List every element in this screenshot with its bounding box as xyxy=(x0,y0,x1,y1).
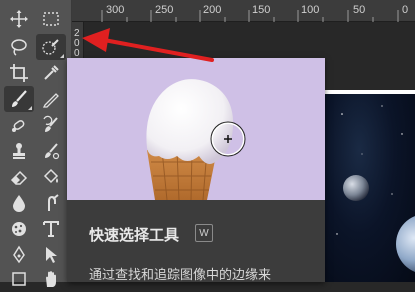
blur-tool[interactable] xyxy=(4,190,34,216)
eyedropper-icon xyxy=(44,65,59,80)
type-icon xyxy=(43,221,59,237)
smudge-tool[interactable] xyxy=(36,190,66,216)
shortcut-badge: W xyxy=(195,224,213,242)
drop-icon xyxy=(13,195,25,212)
tooltip-preview-image xyxy=(67,58,325,200)
marquee-icon xyxy=(43,12,59,26)
tools-panel xyxy=(0,0,72,287)
tooltip-description: 通过查找和追踪图像中的边缘来 xyxy=(89,268,272,283)
type-tool[interactable] xyxy=(36,216,66,242)
tool-group-indicator xyxy=(60,54,64,58)
mixer-brush-icon xyxy=(45,143,60,160)
pencil-icon xyxy=(42,93,59,108)
rectangular-marquee-tool[interactable] xyxy=(36,6,66,32)
sponge-tool[interactable] xyxy=(4,216,34,242)
smudge-icon xyxy=(48,194,59,211)
horizontal-ruler: 300 250 200 150 100 50 0 xyxy=(72,0,415,22)
document-image xyxy=(322,94,415,282)
tooltip-title: 快速选择工具 xyxy=(89,226,180,244)
sponge-icon xyxy=(12,222,26,236)
clone-stamp-tool[interactable] xyxy=(4,138,34,164)
crop-tool[interactable] xyxy=(4,60,34,86)
hand-tool[interactable] xyxy=(36,266,66,292)
space-scene xyxy=(336,105,415,272)
pencil-tool[interactable] xyxy=(36,86,66,112)
paint-bucket-tool[interactable] xyxy=(36,164,66,190)
tool-tooltip: 快速选择工具 W 通过查找和追踪图像中的边缘来 xyxy=(67,58,325,283)
hand-icon xyxy=(46,271,56,287)
path-selection-tool[interactable] xyxy=(36,242,66,268)
mixer-brush-tool[interactable] xyxy=(36,138,66,164)
lasso-tool[interactable] xyxy=(4,34,34,60)
ruler-ticks xyxy=(101,10,399,22)
move-tool[interactable] xyxy=(4,6,34,32)
eyedropper-tool[interactable] xyxy=(36,60,66,86)
pen-icon xyxy=(13,245,25,264)
pen-tool[interactable] xyxy=(4,242,34,268)
arrow-icon xyxy=(46,247,57,263)
stamp-icon xyxy=(13,143,25,159)
history-brush-icon xyxy=(43,115,58,132)
shape-icon xyxy=(12,272,26,286)
history-brush-tool[interactable] xyxy=(36,112,66,138)
move-icon xyxy=(10,10,28,28)
quick-selection-icon xyxy=(42,39,59,55)
bucket-icon xyxy=(43,168,59,184)
quick-selection-tool[interactable] xyxy=(36,34,66,60)
ice-cream-illustration xyxy=(146,79,246,200)
lasso-icon xyxy=(11,39,27,56)
tool-group-indicator xyxy=(28,106,32,110)
brush-tool[interactable] xyxy=(4,86,34,112)
eraser-tool[interactable] xyxy=(4,164,34,190)
healing-icon xyxy=(12,120,25,132)
eraser-icon xyxy=(10,170,28,185)
crop-icon xyxy=(10,64,28,82)
ellipse-tool[interactable] xyxy=(4,266,34,292)
healing-brush-tool[interactable] xyxy=(4,112,34,138)
brush-icon xyxy=(12,90,27,107)
